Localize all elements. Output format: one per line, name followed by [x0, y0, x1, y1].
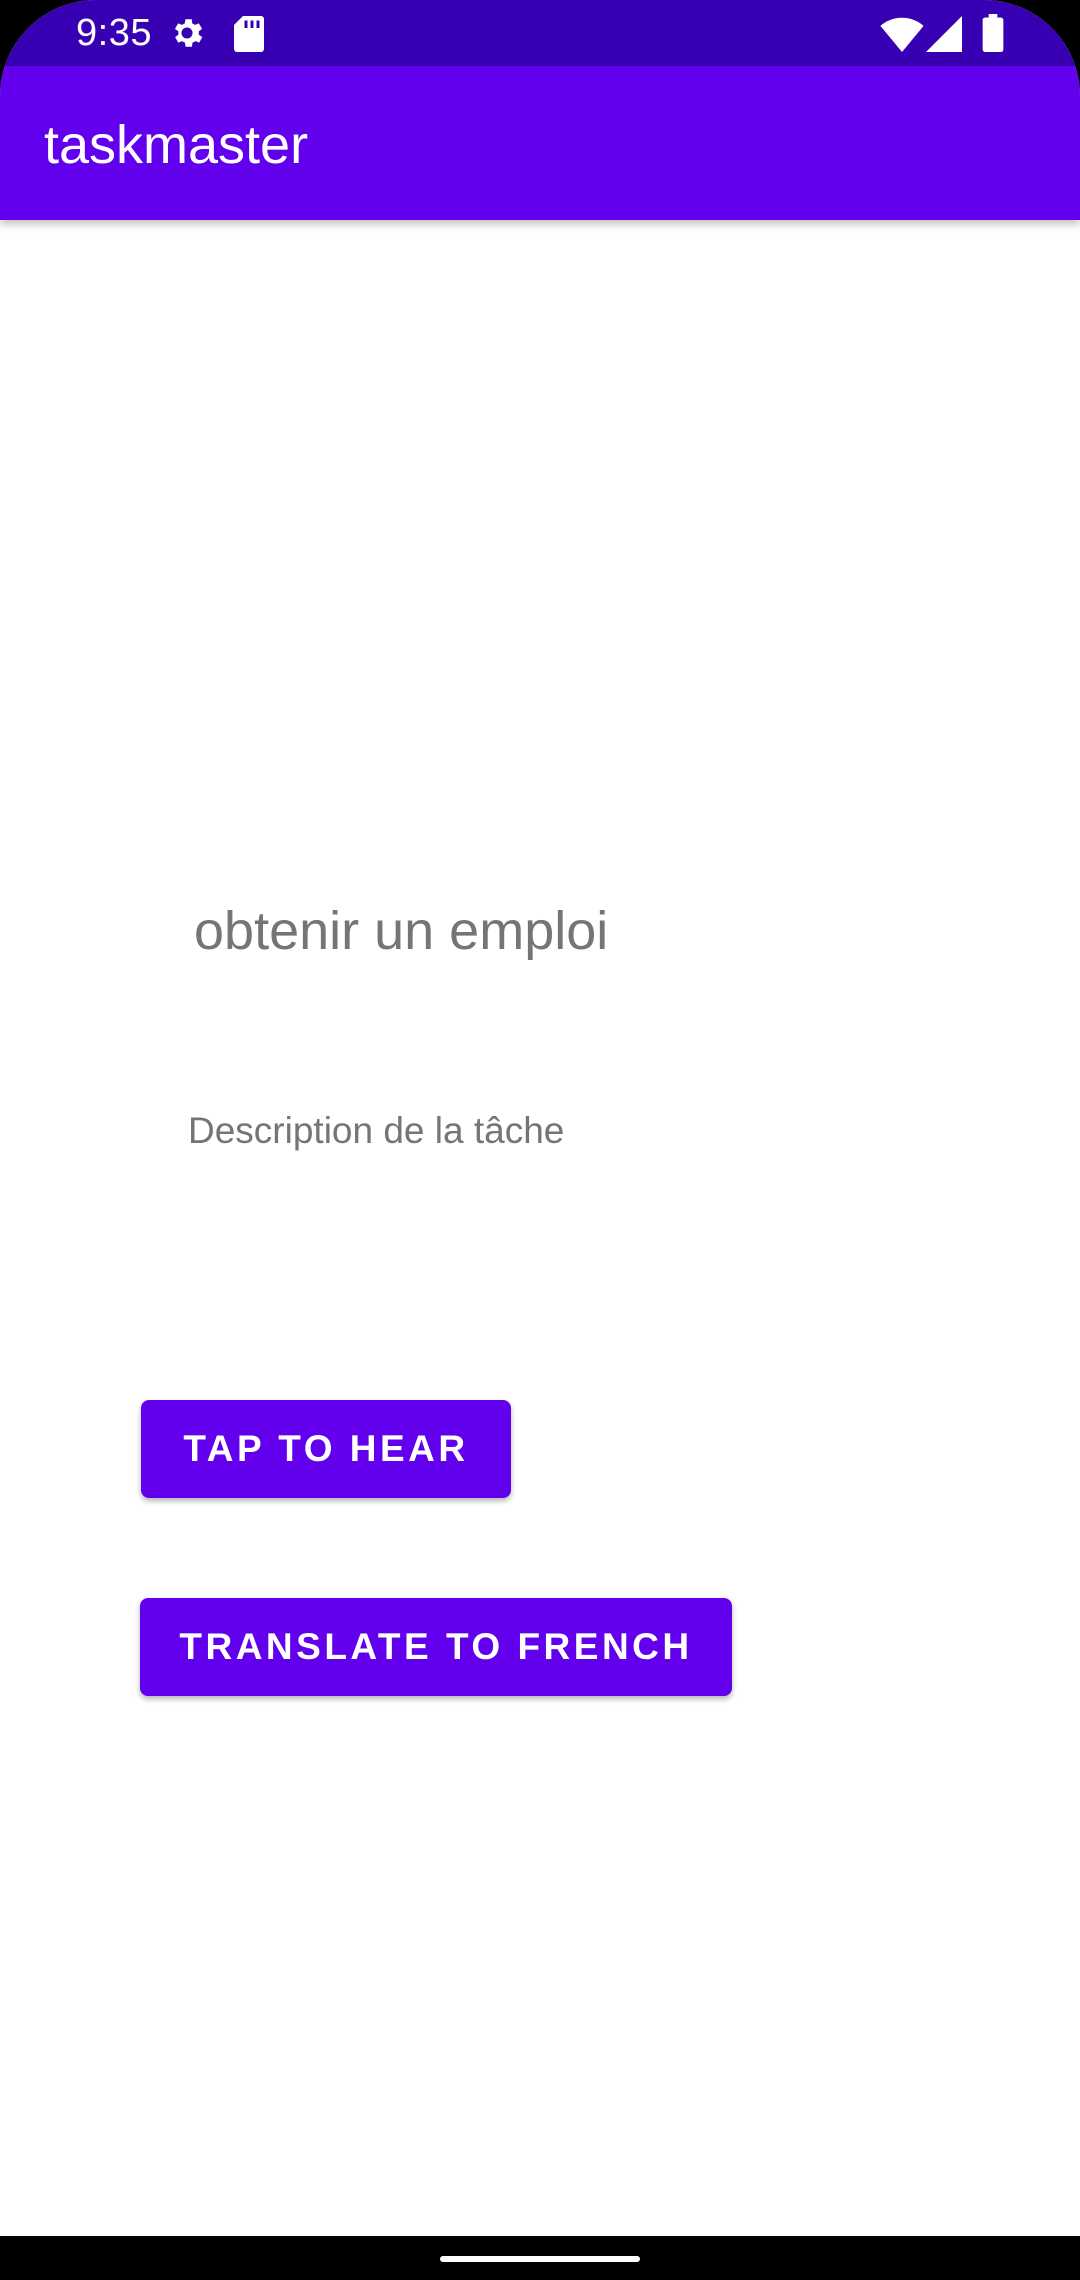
app-screen: 9:35 taskmaster obtenir un emploi Descri… — [0, 0, 1080, 2280]
tap-to-hear-button[interactable]: TAP TO HEAR — [141, 1400, 511, 1498]
translate-to-french-button[interactable]: TRANSLATE TO FRENCH — [140, 1598, 732, 1696]
sd-card-icon — [234, 16, 264, 57]
status-time: 9:35 — [76, 12, 152, 54]
home-gesture-handle[interactable] — [440, 2256, 640, 2262]
app-bar: taskmaster — [0, 66, 1080, 220]
task-description: Description de la tâche — [188, 1110, 565, 1151]
status-bar: 9:35 — [0, 0, 1080, 66]
task-title: obtenir un emploi — [194, 901, 609, 961]
app-title: taskmaster — [44, 115, 309, 175]
wifi-icon — [880, 16, 924, 57]
battery-icon — [982, 14, 1004, 57]
signal-icon — [926, 16, 962, 57]
gear-icon — [168, 14, 206, 57]
